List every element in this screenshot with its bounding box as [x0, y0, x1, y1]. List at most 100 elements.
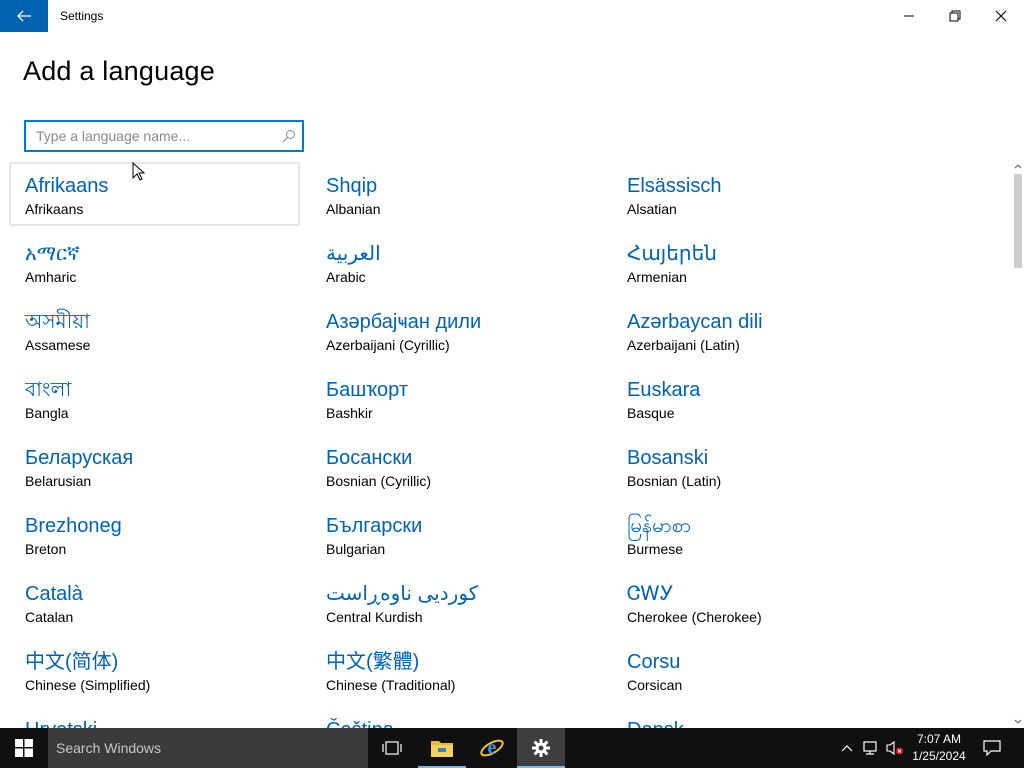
- language-tile[interactable]: Euskara Basque: [611, 366, 902, 430]
- taskbar-search-placeholder: Search Windows: [56, 740, 162, 756]
- language-native-name: Corsu: [627, 651, 681, 673]
- language-tile[interactable]: 中文(简体) Chinese (Simplified): [9, 638, 300, 702]
- page-title: Add a language: [23, 56, 215, 86]
- restore-button[interactable]: [932, 0, 978, 32]
- language-tile[interactable]: Català Catalan: [9, 570, 300, 634]
- back-arrow-icon: [17, 10, 31, 22]
- language-native-name: Азәрбајҹан дили: [326, 311, 482, 333]
- language-tile[interactable]: Elsässisch Alsatian: [611, 162, 902, 226]
- back-button[interactable]: [0, 0, 48, 32]
- language-tile[interactable]: 中文(繁體) Chinese (Traditional): [310, 638, 601, 702]
- clock-time: 7:07 AM: [916, 732, 962, 746]
- task-view-button[interactable]: [368, 728, 416, 768]
- language-tile[interactable]: Босански Bosnian (Cyrillic): [310, 434, 601, 498]
- tray-clock[interactable]: 7:07 AM 1/25/2024: [908, 731, 970, 765]
- search-icon[interactable]: [282, 129, 296, 143]
- language-tile[interactable]: Afrikaans Afrikaans: [9, 162, 300, 226]
- language-english-name: Cherokee (Cherokee): [627, 609, 762, 625]
- language-tile[interactable]: Dansk: [611, 706, 902, 728]
- show-hidden-icons-button[interactable]: [838, 728, 856, 768]
- language-english-name: Afrikaans: [25, 201, 84, 217]
- language-tile[interactable]: Corsu Corsican: [611, 638, 902, 702]
- language-tile[interactable]: অসমীয়া Assamese: [9, 298, 300, 362]
- language-native-name: অসমীয়া: [25, 311, 90, 333]
- taskbar-search-box[interactable]: Search Windows: [48, 728, 368, 768]
- language-tile[interactable]: Азәрбајҹан дили Azerbaijani (Cyrillic): [310, 298, 601, 362]
- language-native-name: Elsässisch: [627, 175, 722, 197]
- volume-tray-button[interactable]: [884, 728, 906, 768]
- language-english-name: Breton: [25, 541, 67, 557]
- language-tile[interactable]: Български Bulgarian: [310, 502, 601, 566]
- language-english-name: Burmese: [627, 541, 684, 557]
- language-tile[interactable]: Bosanski Bosnian (Latin): [611, 434, 902, 498]
- language-english-name: Azerbaijani (Cyrillic): [326, 337, 450, 353]
- language-native-name: မြန်မာစာ: [627, 515, 692, 537]
- language-tile[interactable]: မြန်မာစာ Burmese: [611, 502, 902, 566]
- vertical-scrollbar[interactable]: [1012, 160, 1024, 728]
- language-native-name: Azərbaycan dili: [627, 311, 763, 333]
- network-tray-button[interactable]: [860, 728, 882, 768]
- taskbar: Search Windows e 7:07 AM 1/25/2024: [0, 728, 1024, 768]
- minimize-button[interactable]: [886, 0, 932, 32]
- language-native-name: 中文(简体): [25, 651, 119, 673]
- mouse-cursor-icon: [132, 162, 146, 181]
- windows-logo-icon: [15, 739, 33, 757]
- language-english-name: Central Kurdish: [326, 609, 423, 625]
- language-english-name: Bosnian (Latin): [627, 473, 722, 489]
- scroll-down-button[interactable]: [1012, 716, 1024, 728]
- language-grid: Afrikaans Afrikaans Shqip Albanian Elsässisc…: [9, 162, 912, 728]
- language-native-name: Հայերեն: [627, 243, 717, 265]
- file-explorer-button[interactable]: [418, 728, 466, 768]
- settings-taskbar-button[interactable]: [517, 728, 565, 768]
- language-tile[interactable]: Čeština: [310, 706, 601, 728]
- scroll-thumb[interactable]: [1014, 174, 1022, 268]
- internet-explorer-button[interactable]: e: [468, 728, 516, 768]
- language-tile[interactable]: کوردیی ناوەڕاست Central Kurdish: [310, 570, 601, 634]
- language-native-name: Čeština: [326, 717, 599, 728]
- language-tile[interactable]: Беларуская Belarusian: [9, 434, 300, 498]
- language-tile[interactable]: አማርኛ Amharic: [9, 230, 300, 294]
- language-native-name: Bosanski: [627, 447, 709, 469]
- language-english-name: Bangla: [25, 405, 69, 421]
- scroll-up-button[interactable]: [1012, 160, 1024, 172]
- language-tile[interactable]: Brezhoneg Breton: [9, 502, 300, 566]
- start-button[interactable]: [0, 728, 48, 768]
- language-english-name: Basque: [627, 405, 675, 421]
- language-search-input[interactable]: [26, 122, 276, 150]
- language-english-name: Arabic: [326, 269, 366, 285]
- language-tile[interactable]: Hrvatski: [9, 706, 300, 728]
- action-center-icon: [983, 740, 1001, 756]
- language-tile[interactable]: Башҡорт Bashkir: [310, 366, 601, 430]
- language-native-name: Башҡорт: [326, 379, 408, 401]
- close-button[interactable]: [978, 0, 1024, 32]
- svg-text:e: e: [488, 737, 497, 759]
- settings-gear-icon: [532, 739, 550, 757]
- volume-muted-icon: [886, 740, 903, 756]
- language-native-name: Dansk: [627, 717, 900, 728]
- language-native-name: বাংলা: [25, 379, 72, 401]
- action-center-button[interactable]: [978, 728, 1006, 768]
- show-hidden-icons-chevron-icon: [841, 745, 853, 752]
- language-native-name: العربية: [326, 243, 381, 265]
- language-native-name: Shqip: [326, 175, 378, 197]
- minimize-icon: [904, 15, 914, 17]
- language-tile[interactable]: Shqip Albanian: [310, 162, 601, 226]
- scroll-down-arrow-icon: [1014, 719, 1022, 724]
- language-native-name: Български: [326, 515, 423, 537]
- language-tile[interactable]: Azərbaycan dili Azerbaijani (Latin): [611, 298, 902, 362]
- restore-icon: [949, 10, 961, 22]
- language-english-name: Bulgarian: [326, 541, 386, 557]
- language-tile[interactable]: ᏣᎳᎩ Cherokee (Cherokee): [611, 570, 902, 634]
- language-tile[interactable]: العربية Arabic: [310, 230, 601, 294]
- task-view-icon: [382, 741, 402, 755]
- language-english-name: Bosnian (Cyrillic): [326, 473, 432, 489]
- scroll-up-arrow-icon: [1014, 164, 1022, 169]
- language-english-name: Chinese (Traditional): [326, 677, 456, 693]
- language-tile[interactable]: বাংলা Bangla: [9, 366, 300, 430]
- title-bar: Settings: [0, 0, 1024, 32]
- clock-date: 1/25/2024: [912, 749, 966, 763]
- language-search-box[interactable]: [24, 120, 304, 152]
- language-tile[interactable]: Հայերեն Armenian: [611, 230, 902, 294]
- file-explorer-icon: [431, 741, 453, 757]
- language-list: Afrikaans Afrikaans Shqip Albanian Elsässisc…: [0, 160, 1010, 728]
